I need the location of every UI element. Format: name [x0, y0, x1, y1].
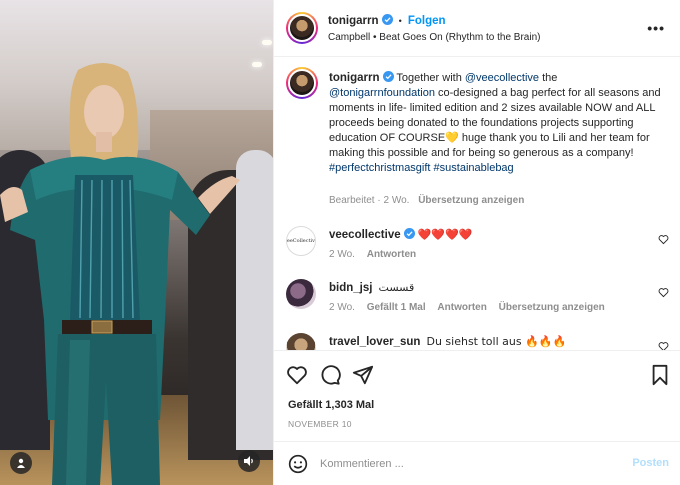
caption-text: the: [539, 72, 558, 84]
post-media[interactable]: [0, 0, 273, 485]
comment-row: veeCollective veecollective ❤️❤️❤️❤️ 2 W…: [286, 226, 680, 266]
comment-username[interactable]: veecollective: [329, 229, 401, 241]
comment-composer: Posten: [274, 441, 680, 485]
avatar-logo-text: veeCollective: [286, 238, 316, 244]
comment-username[interactable]: bidn_jsj: [329, 282, 372, 294]
caption-link[interactable]: @tonigarrnfoundation: [329, 87, 435, 99]
sound-icon[interactable]: [238, 450, 260, 472]
comment-like-heart-icon[interactable]: [658, 287, 669, 298]
comment-icon[interactable]: [319, 364, 341, 386]
comment-text: bidn_jsj قسست: [329, 281, 414, 294]
caption-link[interactable]: @veecollective: [465, 72, 539, 84]
comment-like-heart-icon[interactable]: [658, 341, 669, 350]
comment-meta: 2 Wo. Gefällt 1 Mal Antworten Übersetzun…: [329, 302, 614, 313]
comment-likes[interactable]: Gefällt 1 Mal: [367, 302, 426, 313]
caption-body: Together with @veecollective the @toniga…: [329, 72, 661, 174]
comments-area: tonigarrn Together with @veecollective t…: [274, 57, 680, 350]
commenter-avatar[interactable]: [286, 279, 316, 309]
comment-input[interactable]: [320, 453, 620, 475]
comment-text: travel_lover_sun Du siehst toll aus 🔥🔥🔥: [329, 335, 566, 348]
caption-avatar[interactable]: [286, 67, 318, 99]
comment-time[interactable]: 2 Wo.: [329, 249, 355, 260]
more-options-icon[interactable]: •••: [647, 20, 665, 36]
comment-meta: 2 Wo. Antworten: [329, 249, 425, 260]
caption: tonigarrn Together with @veecollective t…: [329, 71, 664, 176]
caption-link[interactable]: #sustainablebag: [434, 162, 514, 174]
caption-time[interactable]: 2 Wo.: [383, 195, 409, 206]
reply-button[interactable]: Antworten: [437, 302, 486, 313]
comment-body: ❤️❤️❤️❤️: [417, 228, 473, 241]
comment-text: veecollective ❤️❤️❤️❤️: [329, 228, 473, 241]
comment-like-heart-icon[interactable]: [658, 234, 669, 245]
action-bar: Gefällt 1,303 Mal NOVEMBER 10: [274, 350, 680, 440]
caption-meta: Bearbeitet · 2 Wo. Übersetzung anzeigen: [329, 195, 525, 206]
translate-caption-link[interactable]: Übersetzung anzeigen: [418, 195, 524, 206]
caption-link[interactable]: #perfectchristmasgift: [329, 162, 430, 174]
verified-badge-icon: [381, 14, 393, 25]
user-tag-icon[interactable]: [10, 452, 32, 474]
heart-icon[interactable]: [286, 364, 308, 386]
translate-comment-link[interactable]: Übersetzung anzeigen: [499, 302, 605, 313]
comment-body: قسست: [378, 281, 415, 294]
comment-username[interactable]: travel_lover_sun: [329, 336, 420, 348]
emoji-icon[interactable]: [288, 454, 308, 474]
post-comment-button[interactable]: Posten: [632, 457, 669, 469]
post-panel: tonigarrn • Folgen Campbell • Beat Goes …: [273, 0, 680, 485]
like-count[interactable]: Gefällt 1,303 Mal: [288, 399, 374, 411]
post-header: tonigarrn • Folgen Campbell • Beat Goes …: [274, 0, 680, 57]
follow-button[interactable]: Folgen: [408, 15, 446, 27]
caption-username[interactable]: tonigarrn: [329, 72, 379, 84]
verified-badge-icon: [403, 228, 415, 239]
model-figure: [0, 62, 240, 485]
comment-time[interactable]: 2 Wo.: [329, 302, 355, 313]
audio-track[interactable]: Campbell • Beat Goes On (Rhythm to the B…: [328, 32, 540, 43]
author-username[interactable]: tonigarrn: [328, 15, 378, 27]
author-avatar[interactable]: [286, 12, 318, 44]
share-icon[interactable]: [352, 364, 374, 386]
reply-button[interactable]: Antworten: [367, 249, 416, 260]
post-date: NOVEMBER 10: [288, 419, 352, 429]
caption-edited: Bearbeitet: [329, 195, 375, 206]
comment-row: bidn_jsj قسست 2 Wo. Gefällt 1 Mal Antwor…: [286, 279, 680, 319]
commenter-avatar[interactable]: veeCollective: [286, 226, 316, 256]
bookmark-icon[interactable]: [649, 364, 671, 386]
comment-row: travel_lover_sun Du siehst toll aus 🔥🔥🔥: [286, 333, 680, 350]
commenter-avatar[interactable]: [286, 333, 316, 350]
caption-text: Together with: [396, 72, 465, 84]
separator-dot: •: [398, 16, 402, 26]
comment-body: Du siehst toll aus 🔥🔥🔥: [426, 335, 567, 348]
verified-badge-icon: [382, 71, 394, 82]
